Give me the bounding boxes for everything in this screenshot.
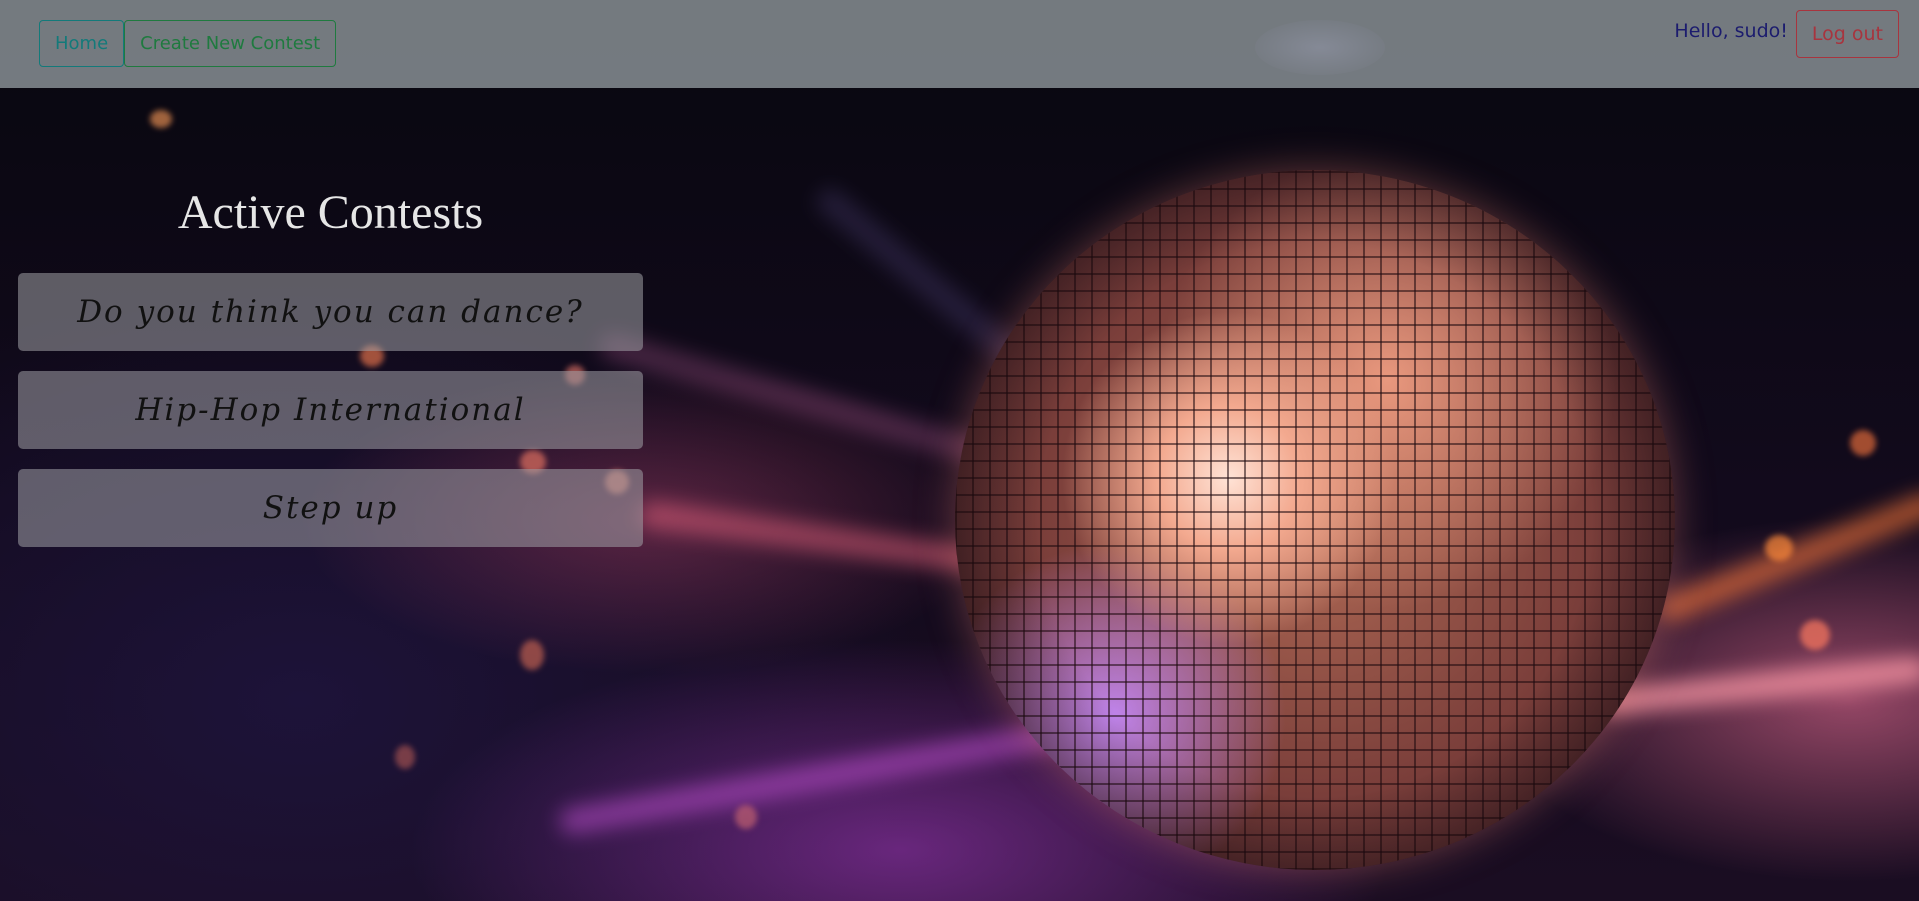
- disco-ball: [955, 170, 1675, 870]
- create-new-contest-button[interactable]: Create New Contest: [124, 20, 337, 67]
- bokeh-light: [520, 640, 544, 670]
- active-contests-panel: Active Contests Do you think you can dan…: [18, 180, 643, 547]
- bokeh-light: [150, 110, 172, 128]
- light-beam: [1598, 655, 1919, 716]
- top-navbar: Home Create New Contest Hello, sudo! Log…: [0, 0, 1919, 88]
- contest-item-hip-hop[interactable]: Hip-Hop International: [18, 371, 643, 449]
- bokeh-light: [1850, 430, 1876, 456]
- logout-button[interactable]: Log out: [1795, 10, 1899, 58]
- page-title: Active Contests: [177, 186, 484, 239]
- contest-item-dance[interactable]: Do you think you can dance?: [18, 273, 643, 351]
- contest-item-step-up[interactable]: Step up: [18, 469, 643, 547]
- nav-left-group: Home Create New Contest: [39, 20, 337, 67]
- user-greeting: Hello, sudo!: [1674, 20, 1788, 42]
- bokeh-light: [395, 745, 415, 769]
- contest-list: Do you think you can dance? Hip-Hop Inte…: [18, 273, 643, 547]
- nav-right-group: Hello, sudo! Log out: [1674, 10, 1899, 58]
- bokeh-light: [1765, 535, 1793, 561]
- bokeh-light: [735, 805, 757, 829]
- home-button[interactable]: Home: [39, 20, 125, 67]
- bokeh-light: [1800, 620, 1830, 650]
